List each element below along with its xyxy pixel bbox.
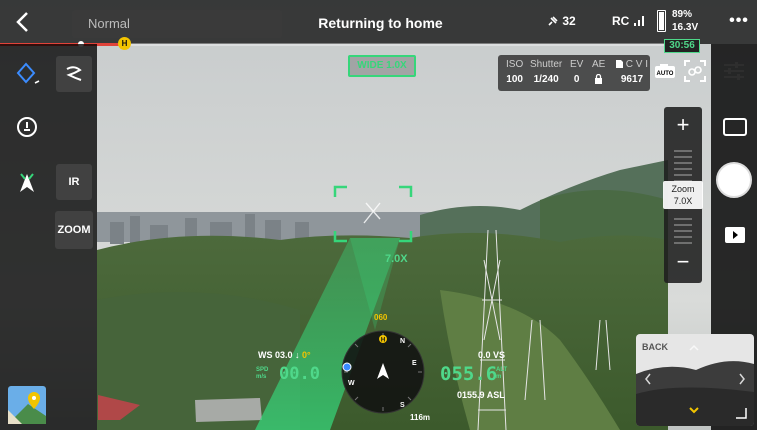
altitude-unit: ALT m — [496, 367, 507, 381]
altitude-unit-label: ALT — [496, 367, 508, 373]
zoom-readout-value: 7.0X — [673, 196, 693, 206]
flight-time: 30:56 — [664, 39, 700, 53]
satellite-icon — [548, 16, 558, 26]
lock-icon — [595, 73, 603, 84]
home-marker: H — [118, 37, 131, 50]
ir-camera-button[interactable]: IR — [56, 164, 92, 200]
map-icon — [8, 386, 46, 424]
play-icon[interactable] — [725, 227, 745, 243]
rc-signal-indicator[interactable]: RC — [612, 14, 647, 28]
flight-route-button[interactable] — [56, 56, 92, 92]
speed-unit: SPD m/s — [256, 367, 268, 381]
svg-text:H: H — [381, 338, 385, 344]
ae-label: AE — [592, 59, 606, 70]
shutter-block: Shutter 1/240 — [530, 59, 562, 85]
ev-block: EV 0 — [570, 59, 583, 85]
storage-value: 9617 — [620, 74, 644, 85]
horizontal-speed: 00.0 — [279, 364, 320, 384]
wind-speed: WS 03.0 ↓ 0° — [258, 350, 311, 360]
compass-mark: W — [348, 380, 355, 387]
flight-mode-label: Normal — [88, 16, 130, 31]
wind-speed-value: WS 03.0 ↓ — [258, 350, 300, 360]
photo-mode-icon[interactable] — [723, 118, 747, 136]
zoom-readout: Zoom 7.0X — [663, 181, 703, 209]
speed-unit-value: m/s — [256, 374, 267, 380]
home-distance: 116m — [410, 413, 431, 422]
signal-bars-icon — [633, 16, 644, 26]
iso-label: ISO — [506, 59, 524, 70]
ev-label: EV — [570, 59, 584, 70]
rc-label: RC — [612, 14, 630, 28]
satellite-indicator[interactable]: 32 — [547, 14, 576, 28]
zoom-readout-label: Zoom — [671, 184, 695, 194]
ev-value: 0 — [573, 74, 580, 85]
pip-label: BACK — [642, 342, 668, 352]
beacon-button[interactable] — [16, 170, 42, 201]
compass-attitude-indicator[interactable]: H N E S W — [338, 327, 428, 417]
iso-value: 100 — [506, 74, 523, 85]
home-point-button[interactable] — [16, 116, 38, 143]
waypoint-diamond-icon — [16, 62, 40, 84]
home-point-icon — [17, 117, 37, 137]
shutter-value: 1/240 — [533, 74, 559, 85]
ae-block: AE — [592, 59, 605, 87]
waypoint-button[interactable] — [16, 62, 42, 93]
compass-mark: S — [400, 402, 405, 409]
altitude-asl: 0155.9 ASL — [457, 390, 505, 400]
chevron-left-icon — [16, 12, 28, 32]
compass-mark: E — [412, 360, 417, 367]
sd-card-icon — [616, 60, 623, 68]
zoom-frame-crosshair — [333, 185, 413, 243]
speed-unit-label: SPD — [256, 367, 269, 373]
svg-text:AUTO: AUTO — [657, 71, 674, 77]
zoom-camera-button[interactable]: ZOOM — [55, 211, 93, 249]
flight-status: Returning to home — [318, 15, 443, 31]
back-button[interactable] — [12, 10, 34, 34]
rth-progress-bar — [0, 43, 668, 46]
top-status-bar: Normal Returning to home 32 RC 89% 16.3V… — [0, 0, 757, 44]
auto-mode-icon[interactable]: AUTO — [654, 63, 676, 79]
altitude-unit-value: m — [496, 374, 502, 380]
battery-percent: 89% — [672, 9, 693, 20]
heading-value: 060 — [374, 313, 388, 322]
battery-voltage: 16.3V — [672, 22, 699, 33]
route-swirl-icon — [66, 66, 82, 81]
beacon-icon — [20, 173, 34, 192]
lens-indicator[interactable]: WIDE 1.0X — [348, 55, 416, 77]
battery-icon — [657, 10, 666, 32]
storage-label: C V I — [625, 59, 649, 70]
altitude: 055.6 — [440, 363, 498, 385]
shutter-label: Shutter — [530, 59, 563, 70]
zoom-in-button[interactable]: + — [664, 107, 702, 145]
compass-mark: N — [400, 338, 405, 345]
left-toolbar: IR ZOOM — [0, 44, 97, 430]
shutter-icon[interactable] — [716, 162, 752, 198]
target-tracking-icon[interactable] — [683, 59, 707, 83]
exposure-panel[interactable]: ISO 100 Shutter 1/240 EV 0 AE C V I 9617 — [498, 55, 650, 91]
satellite-count: 32 — [562, 14, 576, 28]
more-menu-button[interactable]: ••• — [727, 12, 751, 32]
map-button[interactable] — [8, 386, 46, 424]
storage-block: C V I 9617 — [616, 59, 648, 85]
zoom-overlay-value: 7.0X — [385, 253, 408, 265]
flight-mode-selector[interactable]: Normal — [72, 10, 282, 38]
zoom-out-button[interactable]: − — [664, 245, 702, 283]
vertical-speed: 0.0 VS — [478, 350, 506, 360]
iso-block: ISO 100 — [506, 59, 523, 85]
ellipsis-icon: ••• — [729, 12, 749, 29]
wind-angle: 0° — [302, 350, 311, 360]
